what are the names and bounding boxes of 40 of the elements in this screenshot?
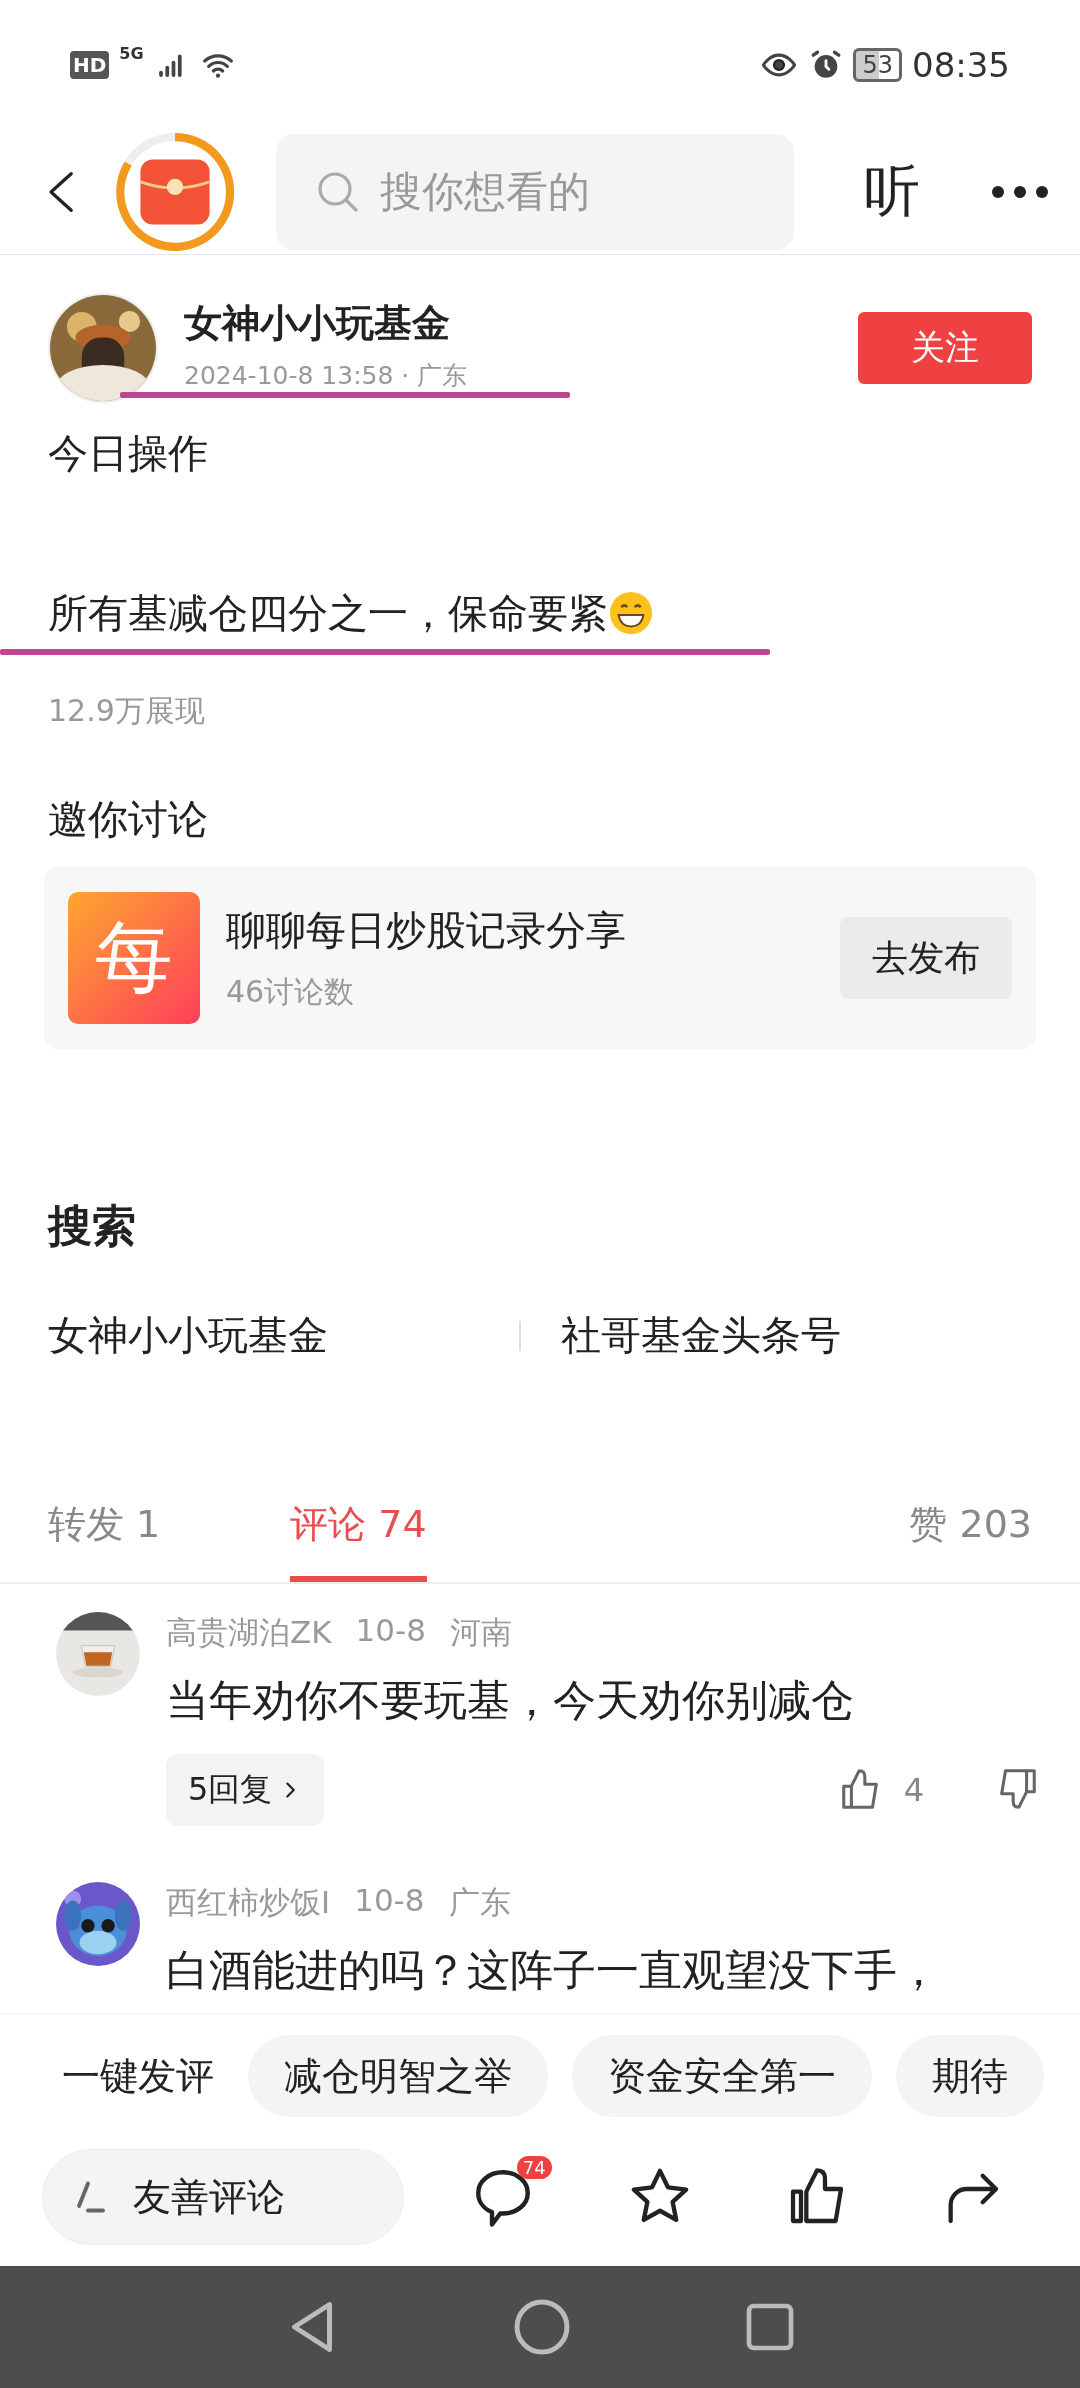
topic-card[interactable]: 每 聊聊每日炒股记录分享 46讨论数 去发布: [44, 867, 1036, 1049]
tab[interactable]: 赞 203: [909, 1493, 1032, 1582]
home-icon: [512, 2297, 572, 2357]
search-link[interactable]: 女神小小玩基金: [48, 1308, 520, 1363]
comment-date: 10-8: [354, 1882, 425, 1920]
hd-indicator: HD: [70, 51, 110, 79]
comment-count-badge: 74: [516, 2156, 552, 2179]
author-name[interactable]: 女神小小玩基金: [184, 298, 570, 349]
view-count: 12.9万展现: [48, 692, 206, 730]
comment-input[interactable]: 友善评论: [42, 2149, 404, 2245]
comment-date: 10-8: [355, 1612, 426, 1650]
replies-button[interactable]: 5回复: [166, 1754, 325, 1826]
quick-comment-label: 一键发评: [62, 2052, 214, 2100]
tab[interactable]: 评论 74: [290, 1493, 427, 1582]
battery-indicator: 53: [853, 48, 902, 82]
section-heading: 邀你讨论: [48, 795, 209, 844]
comment-location: 河南: [449, 1613, 512, 1652]
grin-emoji-icon: [608, 590, 654, 636]
comment-location: 广东: [448, 1883, 511, 1922]
comment-text: 白酒能进的吗？这阵子一直观望没下手，: [166, 1944, 941, 1997]
clock-time: 08:35: [912, 45, 1010, 85]
quick-reply-chip[interactable]: 减仓明智之举: [248, 2035, 548, 2117]
quick-reply-chip[interactable]: 资金安全第一: [572, 2035, 872, 2117]
section-heading: 搜索: [46, 1199, 137, 1253]
post-text: 今日操作: [48, 429, 209, 478]
topic-count: 46讨论数: [226, 973, 356, 1011]
post-text: 所有基减仓四分之一，保命要紧: [48, 589, 608, 638]
publish-button[interactable]: 去发布: [840, 917, 1012, 999]
network-label: 5G: [119, 44, 144, 63]
post-meta: 2024-10-8 13:58 · 广东: [184, 360, 469, 392]
quick-reply-chip[interactable]: 期待: [896, 2035, 1044, 2117]
topic-title: 聊聊每日炒股记录分享: [226, 906, 626, 955]
follow-button[interactable]: 关注: [858, 312, 1032, 384]
comment-text: 当年劝你不要玩基，今天劝你别减仓: [166, 1674, 855, 1727]
tab[interactable]: 转发 1: [48, 1493, 161, 1582]
topic-icon: 每: [68, 892, 200, 1024]
envelope-icon[interactable]: [114, 131, 236, 253]
listen-button[interactable]: 听: [864, 154, 920, 230]
like-count: 4: [903, 1771, 924, 1809]
search-link[interactable]: 社哥基金头条号: [560, 1308, 1032, 1363]
